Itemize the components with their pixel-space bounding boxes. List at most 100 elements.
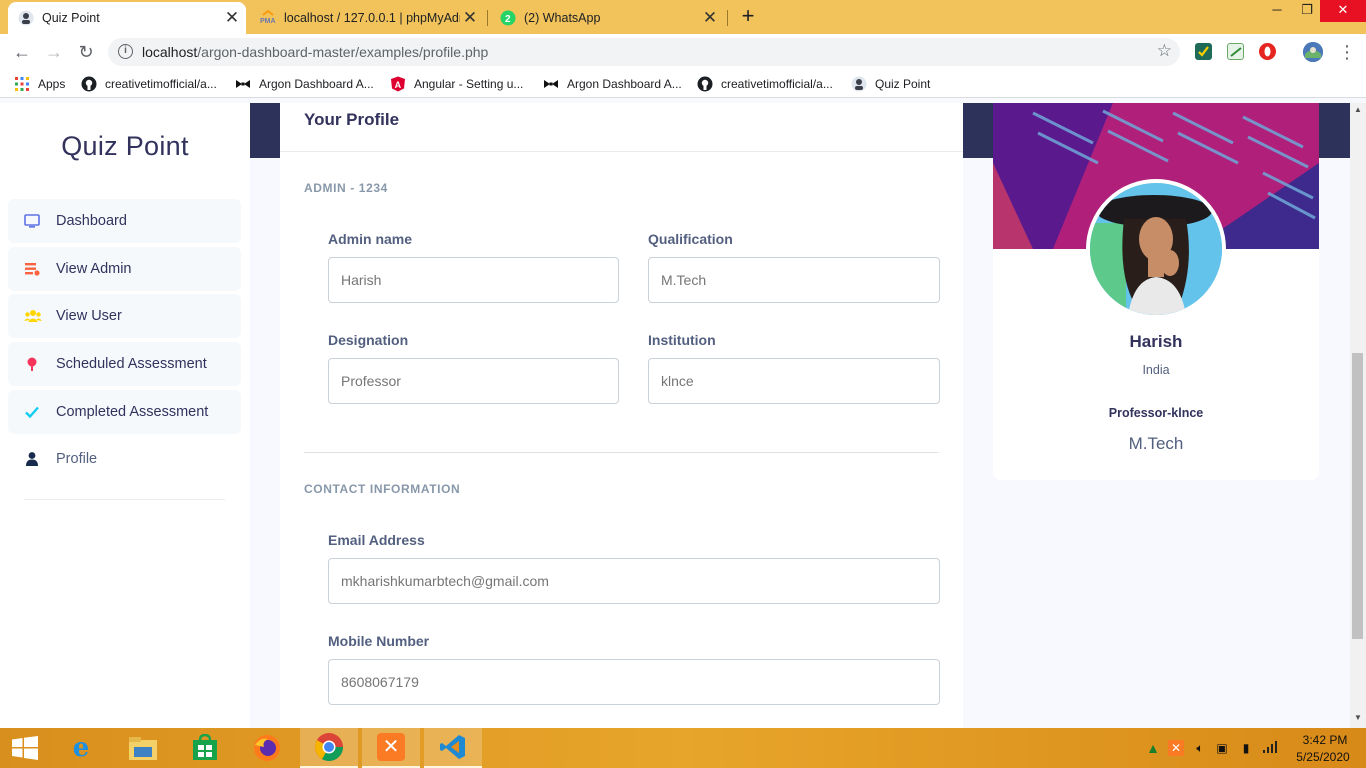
tray-network-warning-icon[interactable]: ▲: [1145, 740, 1161, 756]
github-icon: [697, 76, 713, 92]
start-button[interactable]: [0, 728, 50, 768]
new-tab-icon[interactable]: +: [736, 5, 760, 29]
bookmark-label: creativetimofficial/a...: [105, 77, 217, 91]
taskbar-vscode[interactable]: [424, 728, 482, 768]
sidebar-item-dashboard[interactable]: Dashboard: [8, 199, 241, 243]
tab-quiz-point[interactable]: Quiz Point ✕: [8, 2, 246, 34]
taskbar-firefox[interactable]: [238, 728, 296, 768]
address-bar[interactable]: i localhost/argon-dashboard-master/examp…: [108, 38, 1180, 66]
profile-qualification: M.Tech: [1128, 434, 1184, 453]
bookmark-argon-2[interactable]: Argon Dashboard A...: [543, 76, 682, 92]
windows-logo-icon: [12, 736, 38, 760]
scrollbar-thumb[interactable]: [1352, 353, 1363, 639]
sidebar-item-label: Completed Assessment: [56, 404, 209, 420]
file-explorer-icon: [129, 737, 157, 760]
tab-close-icon[interactable]: ✕: [222, 8, 242, 28]
windows-taskbar: e ✕ ▲ ✕ 🔈︎ ▣ ▮ 3:42 PM 5/25/2020: [0, 728, 1366, 768]
clock-time[interactable]: 3:42 PM: [1296, 733, 1354, 747]
tab-close-icon[interactable]: ✕: [460, 8, 480, 28]
monitor-icon: [24, 213, 40, 229]
reload-icon[interactable]: ↻: [74, 40, 98, 64]
tray-battery-icon[interactable]: ▮: [1238, 740, 1254, 756]
svg-text:A: A: [395, 80, 402, 90]
admin-name-input[interactable]: [328, 257, 619, 303]
tab-whatsapp[interactable]: 2 (2) WhatsApp ✕: [490, 2, 724, 34]
forward-arrow-icon[interactable]: →: [42, 40, 66, 64]
avatar[interactable]: [1086, 179, 1226, 319]
bowtie-icon: [543, 76, 559, 92]
email-label: Email Address: [328, 532, 425, 548]
bookmark-creativetim-2[interactable]: creativetimofficial/a...: [697, 76, 833, 92]
clock-date[interactable]: 5/25/2020: [1290, 750, 1356, 764]
sidebar-item-completed-assessment[interactable]: Completed Assessment: [8, 390, 241, 434]
bookmark-label: Quiz Point: [875, 77, 931, 91]
extension-sheets-icon[interactable]: [1227, 43, 1244, 60]
bookmarks-bar: Apps creativetimofficial/a... Argon Dash…: [0, 70, 1366, 98]
sidebar-item-view-user[interactable]: View User: [8, 294, 241, 338]
back-arrow-icon[interactable]: ←: [10, 40, 34, 64]
bookmark-label: Apps: [38, 77, 66, 91]
taskbar-internet-explorer[interactable]: e: [52, 728, 110, 768]
phpmyadmin-favicon-icon: PMA: [260, 9, 276, 26]
taskbar-chrome[interactable]: [300, 728, 358, 768]
bookmark-apps[interactable]: Apps: [14, 76, 65, 92]
window-close-icon[interactable]: ✕: [1320, 0, 1366, 22]
bookmark-argon-1[interactable]: Argon Dashboard A...: [235, 76, 374, 92]
page-viewport: Quiz Point Dashboard View Admin View Use…: [0, 103, 1366, 728]
tab-close-icon[interactable]: ✕: [700, 8, 720, 28]
bookmark-label: Argon Dashboard A...: [259, 77, 374, 91]
designation-input[interactable]: [328, 358, 619, 404]
qualification-input[interactable]: [648, 257, 940, 303]
bookmark-angular[interactable]: A Angular - Setting u...: [390, 76, 523, 92]
scroll-up-arrow-icon[interactable]: ▲: [1350, 105, 1366, 117]
admin-name-label: Admin name: [328, 231, 413, 247]
check-icon: [24, 404, 40, 420]
firefox-icon: [254, 735, 280, 761]
url-host: localhost: [142, 44, 198, 60]
sidebar-item-view-admin[interactable]: View Admin: [8, 247, 241, 291]
svg-text:2: 2: [505, 14, 511, 25]
mobile-label: Mobile Number: [328, 633, 430, 649]
browser-menu-icon[interactable]: ⋮: [1338, 40, 1356, 64]
extension-grammar-icon[interactable]: [1195, 43, 1212, 60]
form-title: Your Profile: [304, 110, 400, 129]
profile-name: Harish: [1129, 332, 1183, 351]
pin-icon: [24, 356, 40, 372]
tab-phpmyadmin[interactable]: PMA localhost / 127.0.0.1 | phpMyAdm ✕: [250, 2, 484, 34]
browser-tab-strip: Quiz Point ✕ PMA localhost / 127.0.0.1 |…: [0, 0, 1366, 34]
card-header-divider: [280, 151, 963, 152]
bookmark-star-icon[interactable]: ☆: [1157, 41, 1172, 61]
taskbar-file-explorer[interactable]: [114, 728, 172, 768]
profile-country: India: [1142, 363, 1170, 377]
tray-volume-icon[interactable]: 🔈︎: [1192, 740, 1208, 756]
email-input[interactable]: [328, 558, 940, 604]
bookmark-label: creativetimofficial/a...: [721, 77, 833, 91]
whatsapp-favicon-icon: 2: [500, 10, 516, 26]
site-info-icon[interactable]: i: [118, 44, 133, 59]
taskbar-xampp[interactable]: ✕: [362, 728, 420, 768]
sidebar-item-label: View User: [56, 308, 122, 324]
page-scrollbar[interactable]: ▲ ▼: [1350, 103, 1366, 728]
sidebar-item-profile[interactable]: Profile: [8, 437, 241, 481]
mobile-input[interactable]: [328, 659, 940, 705]
internet-explorer-icon: e: [72, 733, 90, 763]
vscode-icon: [440, 735, 465, 759]
tab-title: (2) WhatsApp: [524, 11, 601, 25]
store-icon: [193, 734, 217, 760]
sidebar-item-scheduled-assessment[interactable]: Scheduled Assessment: [8, 342, 241, 386]
bookmark-creativetim-1[interactable]: creativetimofficial/a...: [81, 76, 217, 92]
tray-signal-icon[interactable]: [1262, 740, 1278, 756]
extension-opera-icon[interactable]: [1259, 43, 1276, 60]
institution-input[interactable]: [648, 358, 940, 404]
tray-display-icon[interactable]: ▣: [1214, 740, 1230, 756]
brand-title[interactable]: Quiz Point: [0, 131, 250, 162]
scroll-down-arrow-icon[interactable]: ▼: [1350, 713, 1366, 725]
bookmark-quiz-point[interactable]: Quiz Point: [851, 76, 930, 92]
svg-text:PMA: PMA: [260, 18, 276, 25]
tray-xampp-icon[interactable]: ✕: [1168, 740, 1184, 756]
tab-separator: [487, 10, 488, 26]
profile-avatar-icon[interactable]: [1303, 42, 1323, 62]
taskbar-store[interactable]: [176, 728, 234, 768]
bookmark-label: Angular - Setting u...: [414, 77, 524, 91]
url-path: /argon-dashboard-master/examples/profile…: [197, 44, 489, 60]
